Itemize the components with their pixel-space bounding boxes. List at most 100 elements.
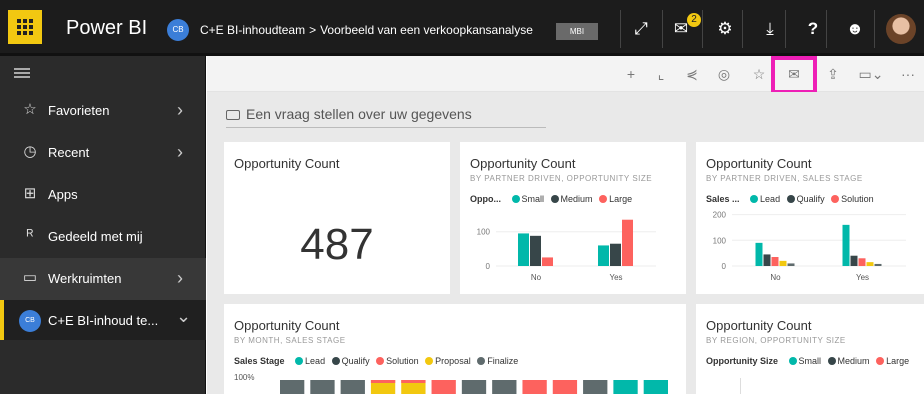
share-graph-icon[interactable]: ⋞ (681, 64, 703, 84)
bar (787, 263, 795, 266)
qa-box[interactable]: Een vraag stellen over uw gegevens (226, 104, 546, 128)
y-tick-label: 0 (486, 262, 491, 271)
legend-item: Medium (560, 194, 593, 204)
chart-icon[interactable]: ⌞ (650, 64, 672, 84)
legend-item: Small (798, 356, 822, 366)
legend-title: Sales Stage (234, 356, 285, 366)
stacked-bar (461, 380, 487, 394)
download-icon[interactable]: ⤓ (755, 14, 785, 44)
sidebar-item-label: Apps (48, 187, 78, 202)
legend-dot (599, 195, 608, 203)
divider (874, 10, 875, 48)
bar (842, 224, 850, 266)
star-icon[interactable]: ☆ (748, 64, 770, 84)
sidebar-item-label: C+E BI-inhoud te... (48, 313, 159, 328)
view-icon[interactable]: ▭⌄ (855, 64, 887, 84)
breadcrumb-separator: > (309, 23, 317, 37)
settings-icon[interactable]: ⚙ (710, 14, 740, 44)
bar (850, 255, 858, 266)
waffle-icon[interactable] (8, 10, 42, 44)
bar (622, 219, 633, 266)
tile-month-stage[interactable]: Opportunity Count BY MONTH, SALES STAGE … (224, 304, 686, 394)
more-icon[interactable]: ··· (897, 64, 919, 84)
tile-subtitle: BY PARTNER DRIVEN, SALES STAGE (706, 174, 863, 183)
workspace-avatar: CB (19, 310, 41, 332)
legend-item: Large (609, 194, 633, 204)
stacked-bar (643, 380, 668, 394)
gauge-icon[interactable]: ◎ (713, 64, 735, 84)
tile-partner-size[interactable]: Opportunity Count BY PARTNER DRIVEN, OPP… (460, 142, 686, 294)
legend-item: Lead (760, 194, 781, 204)
divider (742, 10, 743, 48)
workspaces-icon: ▭ (22, 269, 38, 286)
app-title[interactable]: Power BI (66, 17, 147, 40)
bar-chart: 0 100 No Yes (477, 219, 656, 282)
chevron-right-icon[interactable]: › (177, 142, 183, 163)
y-tick-label: 200 (713, 211, 727, 220)
chevron-right-icon[interactable]: › (177, 268, 183, 289)
bar (866, 262, 874, 266)
stacked-bar (613, 380, 638, 394)
tile-title: Opportunity Count (470, 156, 576, 171)
tile-title: Opportunity Count (706, 318, 812, 333)
stacked-bar (492, 380, 517, 394)
tile-title: Opportunity Count (234, 156, 340, 171)
chevron-right-icon[interactable]: › (177, 100, 183, 121)
legend-title: Sales ... (706, 194, 740, 204)
sidebar-item-shared[interactable]: ᴿ Gedeeld met mij (0, 216, 206, 258)
divider (702, 10, 703, 48)
add-icon[interactable]: + (620, 64, 642, 84)
stacked-bar (280, 380, 305, 394)
tile-region-size[interactable]: Opportunity Count BY REGION, OPPORTUNITY… (696, 304, 924, 394)
legend-dot (876, 357, 885, 365)
bar (779, 260, 787, 266)
hamburger-icon[interactable] (14, 68, 30, 78)
tile-subtitle: BY MONTH, SALES STAGE (234, 336, 346, 345)
legend-dot (376, 357, 385, 365)
help-icon[interactable]: ? (798, 14, 828, 44)
legend-item: Qualify (796, 194, 825, 204)
avatar[interactable] (886, 14, 916, 44)
divider (620, 10, 621, 48)
sidebar-item-current-workspace[interactable]: CB C+E BI-inhoud te... ⌄ (0, 300, 206, 340)
share-icon[interactable]: ⇪ (822, 64, 844, 84)
expand-icon[interactable]: ⤢ (626, 14, 656, 44)
breadcrumb-workspace[interactable]: C+E BI-inhoudteam (200, 23, 305, 37)
legend-item: Small (521, 194, 545, 204)
sensitivity-label: MBI (556, 23, 598, 40)
y-tick-label: 0 (722, 262, 727, 271)
tile-opportunity-count[interactable]: Opportunity Count 487 (224, 142, 450, 294)
sidebar-item-favorites[interactable]: ☆ Favorieten › (0, 90, 206, 132)
stacked-bar-segment (370, 380, 396, 383)
chart-legend: Opportunity Size Small Medium Large (706, 356, 909, 366)
sidebar-item-workspaces[interactable]: ▭ Werkruimten › (0, 258, 206, 300)
sidebar-item-label: Gedeeld met mij (48, 229, 143, 244)
breadcrumb-report: Voorbeeld van een verkoopkansanalyse (320, 23, 533, 37)
apps-icon: ⊞ (23, 185, 37, 202)
legend-dot (477, 357, 486, 365)
legend-dot (831, 195, 840, 203)
legend-dot (786, 195, 795, 203)
sidebar-item-recent[interactable]: ◷ Recent › (0, 132, 206, 174)
x-tick-label: Yes (856, 273, 869, 282)
chevron-down-icon[interactable]: ⌄ (176, 306, 191, 327)
tile-partner-stage[interactable]: Opportunity Count BY PARTNER DRIVEN, SAL… (696, 142, 924, 294)
notification-badge: 2 (687, 13, 701, 27)
legend-title: Oppo... (470, 194, 501, 204)
sidebar-item-apps[interactable]: ⊞ Apps (0, 174, 206, 216)
smiley-icon[interactable]: ☻ (840, 14, 870, 44)
tile-subtitle: BY PARTNER DRIVEN, OPPORTUNITY SIZE (470, 174, 653, 183)
bar (542, 257, 553, 266)
x-tick-label: Yes (609, 273, 622, 282)
legend-dot (550, 195, 559, 203)
breadcrumb: C+E BI-inhoudteam > Voorbeeld van een verk… (200, 23, 533, 37)
legend-dot (331, 357, 340, 365)
legend-title: Opportunity Size (706, 356, 778, 366)
star-icon: ☆ (23, 101, 37, 118)
y-tick-label: 100 (477, 228, 491, 237)
action-toolbar: + ⌞ ⋞ ◎ ☆ ✉ ⇪ ▭⌄ ··· (207, 56, 924, 94)
legend-item: Solution (841, 194, 874, 204)
legend-item: Proposal (435, 356, 471, 366)
bar (763, 254, 771, 266)
sidebar-item-label: Werkruimten (48, 271, 122, 286)
